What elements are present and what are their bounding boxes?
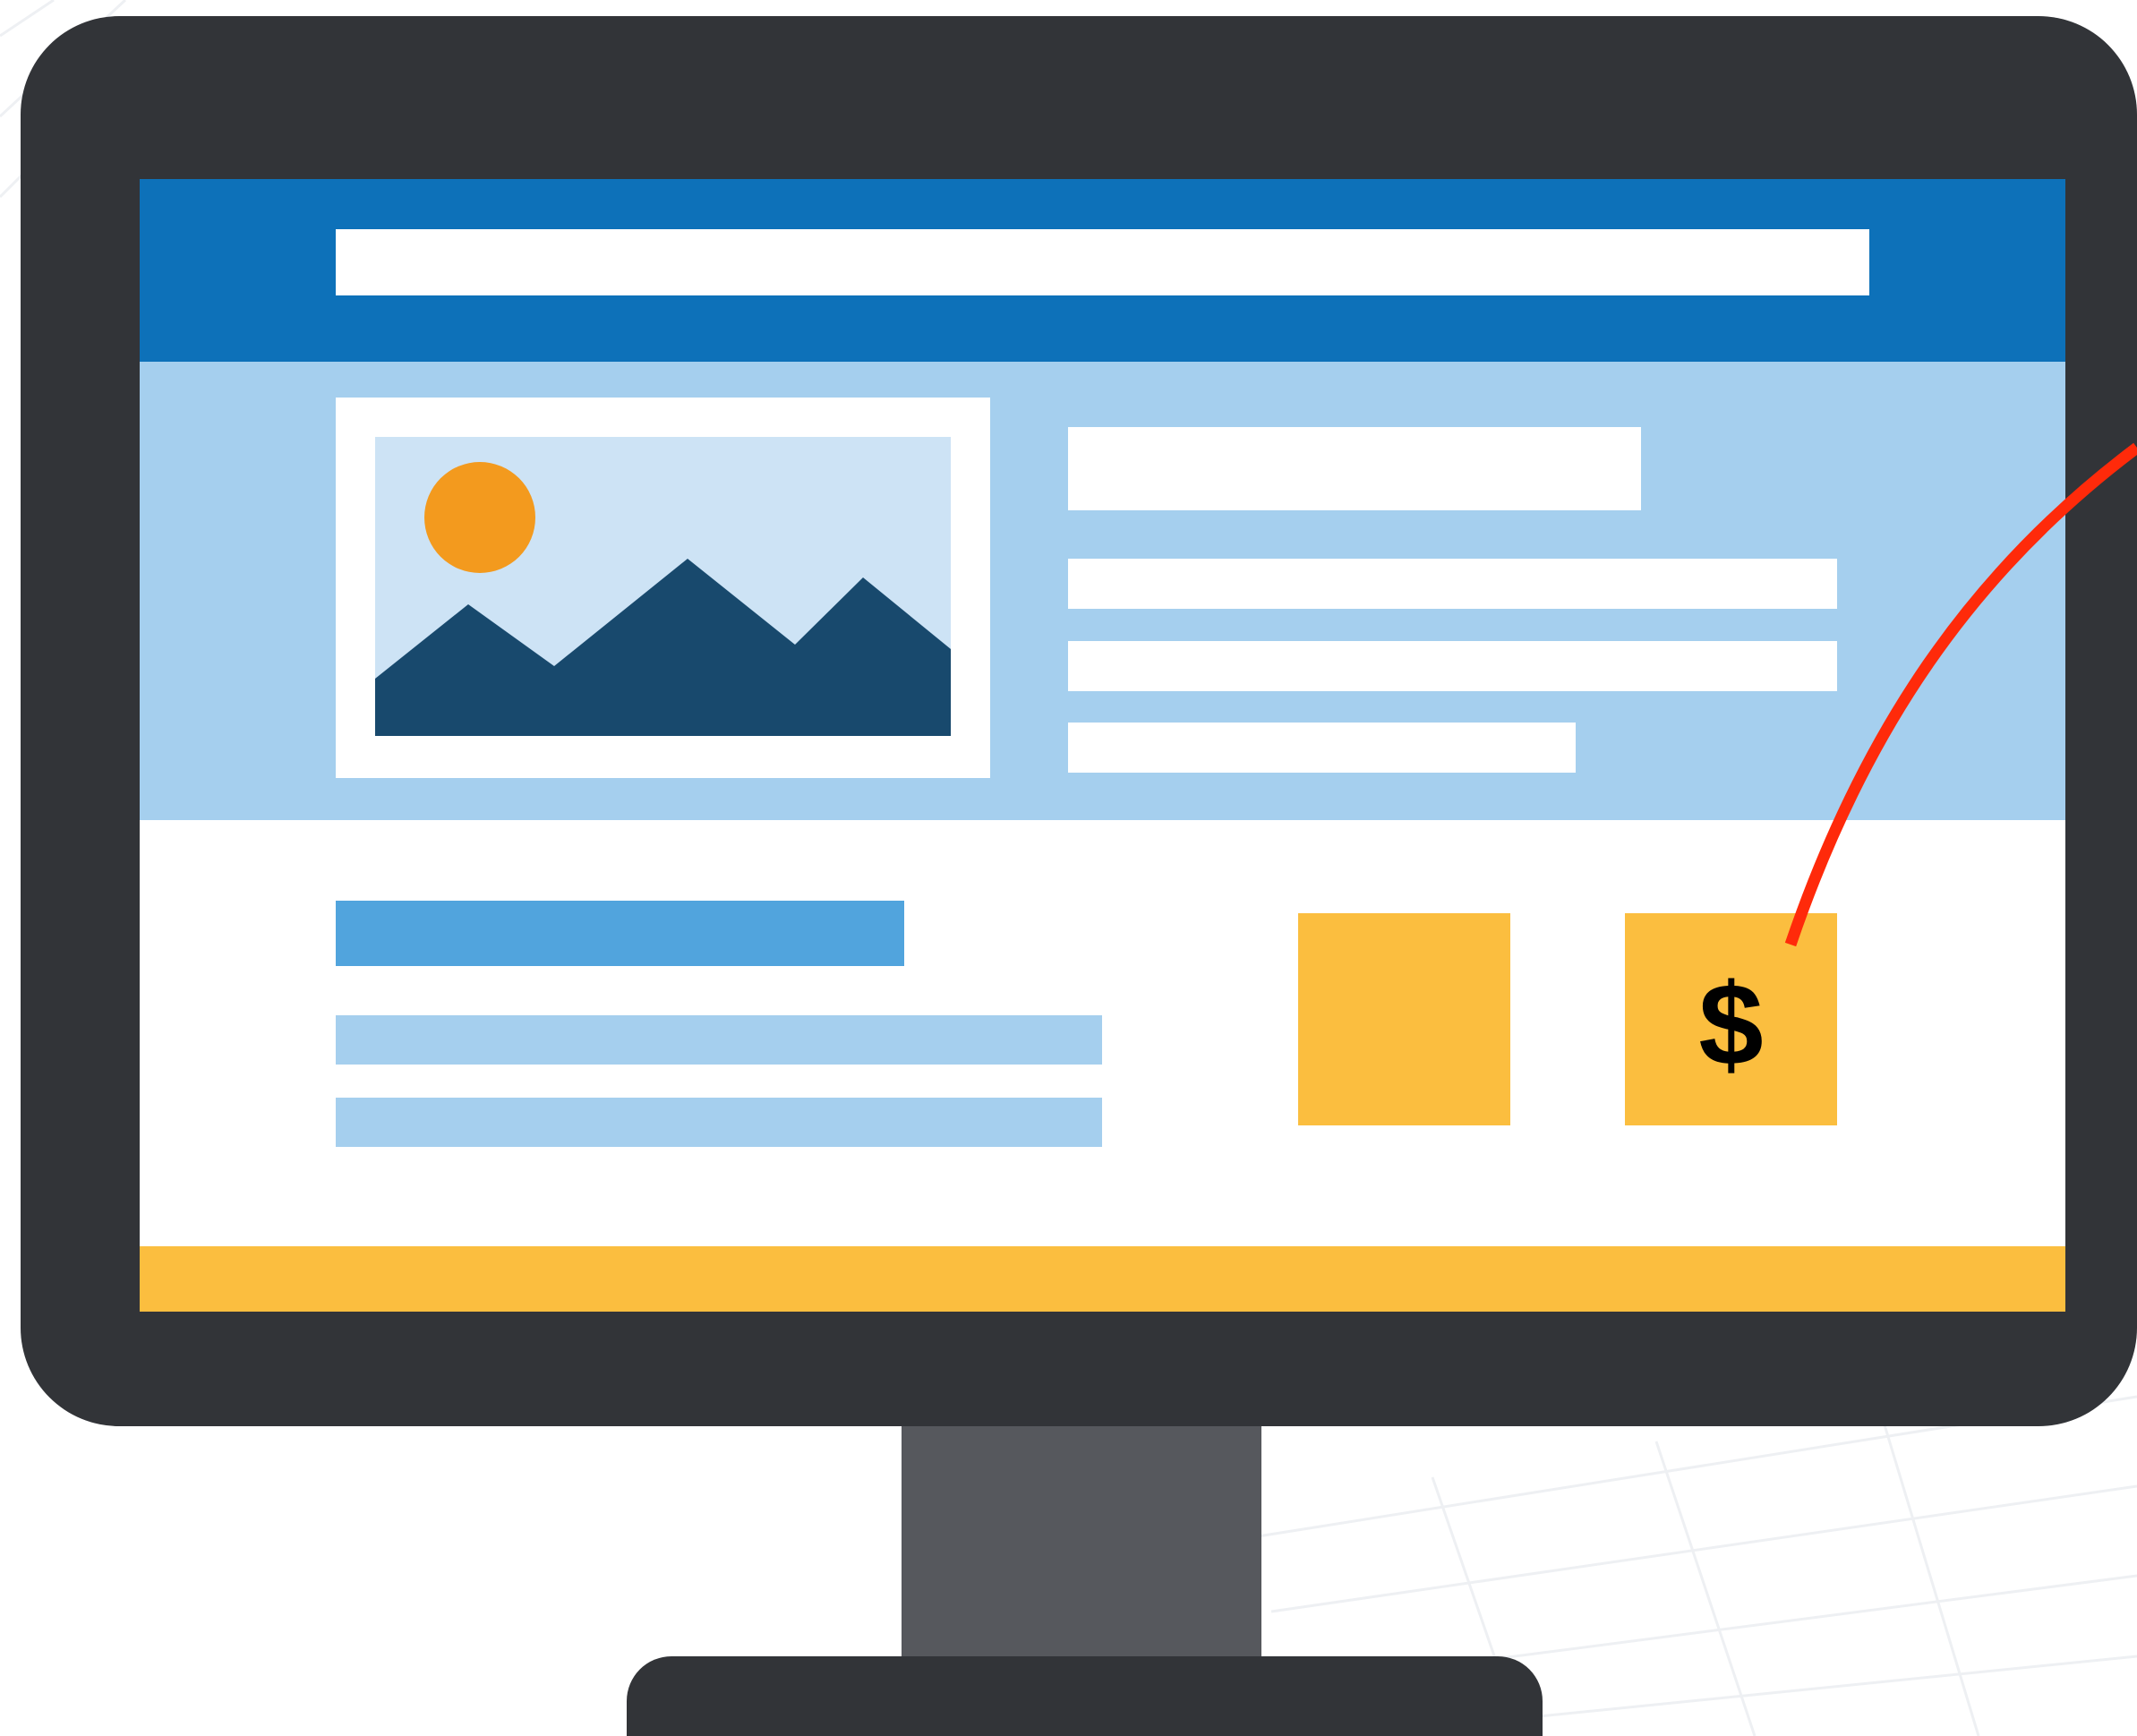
hero-text-line-1 bbox=[1068, 559, 1837, 609]
price-tile: $ bbox=[1625, 913, 1837, 1125]
dollar-sign: $ bbox=[1698, 958, 1764, 1090]
header-title-placeholder bbox=[336, 229, 1869, 295]
image-placeholder-icon bbox=[375, 437, 951, 736]
webpage-content: $ bbox=[140, 820, 2065, 1246]
monitor-screen: $ bbox=[140, 179, 2065, 1312]
content-text-line-1 bbox=[336, 1015, 1102, 1065]
webpage-header bbox=[140, 179, 2065, 362]
product-tile bbox=[1298, 913, 1510, 1125]
hero-text-line-3 bbox=[1068, 723, 1576, 773]
monitor-bezel: $ bbox=[21, 16, 2137, 1426]
illustration-canvas: $ bbox=[0, 0, 2137, 1736]
monitor-stand-base bbox=[627, 1656, 1543, 1736]
webpage-footer bbox=[140, 1246, 2065, 1312]
hero-text-line-2 bbox=[1068, 641, 1837, 691]
content-text-line-2 bbox=[336, 1098, 1102, 1147]
hero-image-frame bbox=[336, 398, 990, 778]
monitor-stand-neck bbox=[902, 1426, 1261, 1659]
content-heading-placeholder bbox=[336, 901, 904, 966]
webpage-hero bbox=[140, 362, 2065, 820]
hero-heading-placeholder bbox=[1068, 427, 1641, 510]
